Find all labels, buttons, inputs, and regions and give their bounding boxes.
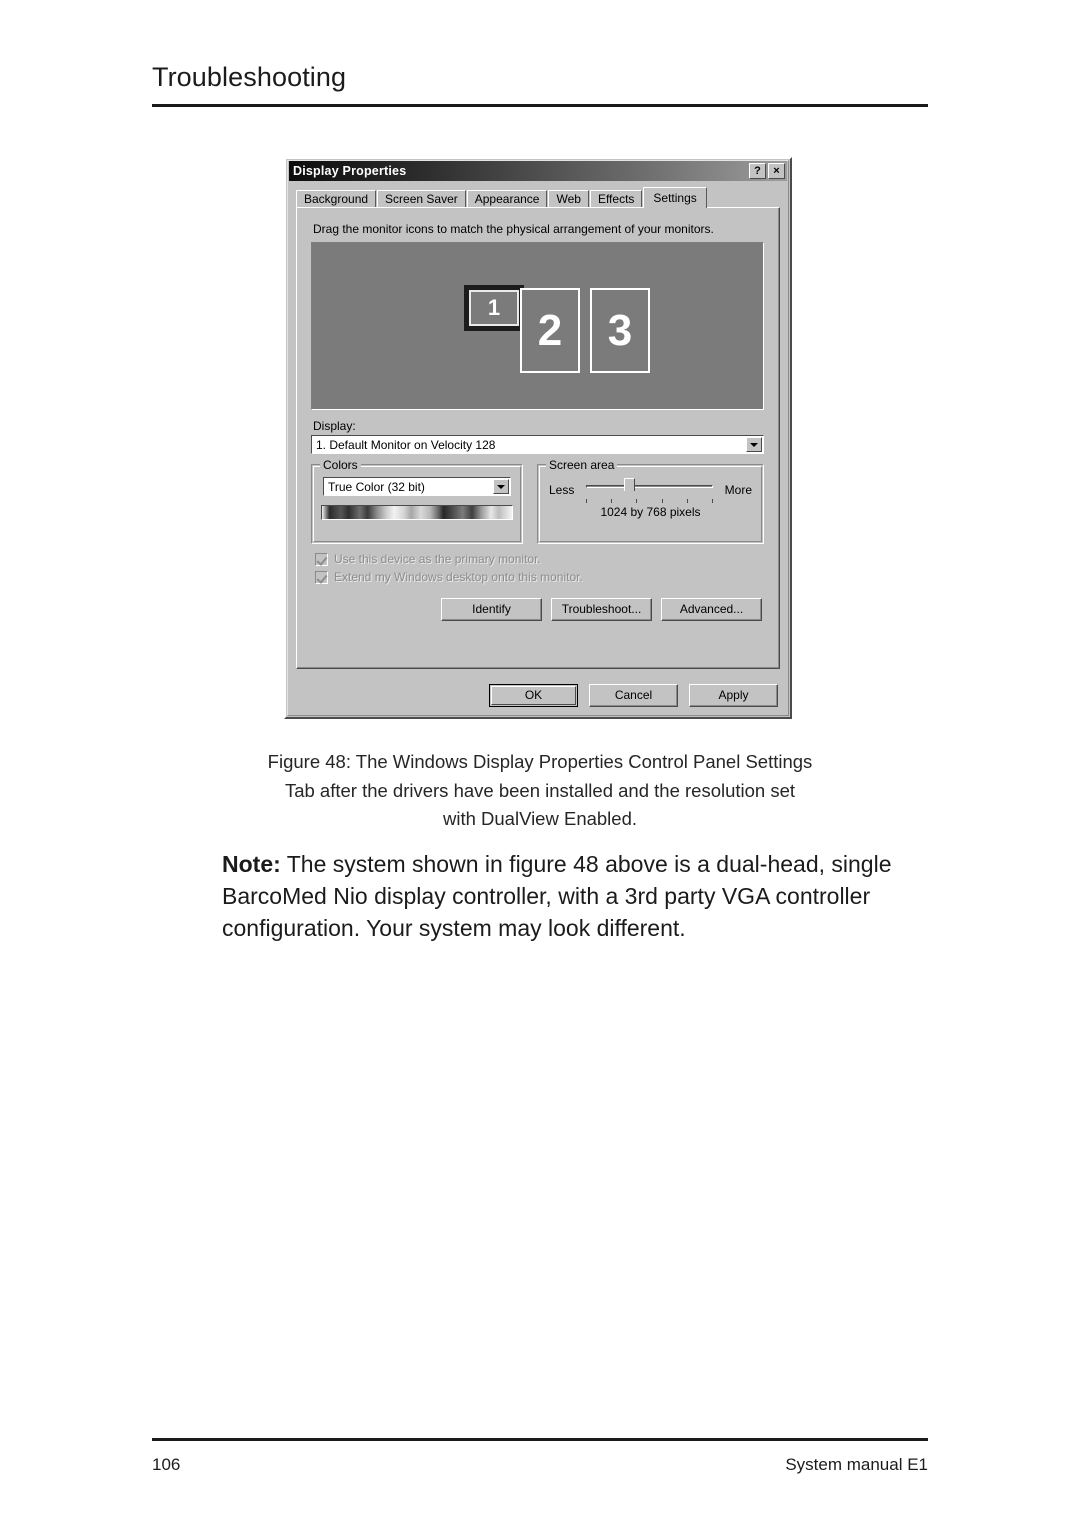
display-dropdown-value: 1. Default Monitor on Velocity 128 <box>316 438 496 452</box>
drag-hint-text: Drag the monitor icons to match the phys… <box>313 222 714 236</box>
help-icon[interactable]: ? <box>749 163 766 179</box>
dialog-title: Display Properties <box>293 164 407 178</box>
monitor-icon-2[interactable]: 2 <box>520 288 580 373</box>
figure-caption-line-1: Figure 48: The Windows Display Propertie… <box>267 751 813 772</box>
extend-desktop-checkbox-row[interactable]: Extend my Windows desktop onto this moni… <box>315 570 766 584</box>
display-label: Display: <box>313 419 356 433</box>
tab-settings[interactable]: Settings <box>643 187 707 208</box>
tab-appearance[interactable]: Appearance <box>466 190 548 208</box>
slider-track <box>586 485 713 488</box>
colors-group: Colors True Color (32 bit) <box>311 458 523 544</box>
footer-divider <box>152 1438 928 1441</box>
note-text: The system shown in figure 48 above is a… <box>222 851 892 941</box>
page-header: Troubleshooting <box>152 62 928 93</box>
slider-thumb[interactable] <box>623 478 635 498</box>
monitor-icon-3[interactable]: 3 <box>590 288 650 373</box>
chevron-down-icon[interactable] <box>746 437 762 452</box>
monitor-icon-1-label: 1 <box>469 290 519 326</box>
footer-manual-title: System manual E1 <box>785 1455 928 1474</box>
settings-tab-panel: Drag the monitor icons to match the phys… <box>296 207 780 669</box>
slider-less-label: Less <box>549 483 575 497</box>
figure-caption-line-3: with DualView Enabled. <box>442 808 638 829</box>
apply-button[interactable]: Apply <box>689 684 778 707</box>
identify-button-label: Identify <box>472 602 511 616</box>
advanced-button[interactable]: Advanced... <box>661 598 762 621</box>
page-footer: 106 System manual E1 <box>152 1455 928 1475</box>
color-gradient-bar <box>321 505 513 520</box>
colors-group-title: Colors <box>320 458 361 472</box>
color-depth-value: True Color (32 bit) <box>328 480 425 494</box>
display-dropdown[interactable]: 1. Default Monitor on Velocity 128 <box>311 435 764 454</box>
checkmark-icon[interactable] <box>315 570 328 584</box>
color-depth-dropdown[interactable]: True Color (32 bit) <box>323 477 511 496</box>
cancel-button[interactable]: Cancel <box>589 684 678 707</box>
troubleshoot-button-label: Troubleshoot... <box>561 602 642 616</box>
screen-area-group: Screen area Less More 1024 by 768 pixels <box>537 458 764 544</box>
dialog-footer-buttons: OK Cancel Apply <box>489 684 778 707</box>
header-divider <box>152 104 928 107</box>
checkmark-icon[interactable] <box>315 552 328 566</box>
note-label: Note: <box>222 851 281 877</box>
primary-monitor-checkbox-label: Use this device as the primary monitor. <box>334 552 541 566</box>
tab-web[interactable]: Web <box>548 190 589 208</box>
resolution-readout: 1024 by 768 pixels <box>600 505 701 519</box>
tab-strip: Background Screen Saver Appearance Web E… <box>296 187 780 208</box>
screen-area-group-title: Screen area <box>546 458 618 472</box>
slider-more-label: More <box>724 483 752 497</box>
page-title: Troubleshooting <box>152 62 347 92</box>
settings-groups: Colors True Color (32 bit) Screen area L… <box>311 458 764 544</box>
ok-button[interactable]: OK <box>489 684 578 707</box>
footer-page-number: 106 <box>152 1455 181 1474</box>
ok-button-label: OK <box>524 688 543 702</box>
screen-area-slider-row: Less More <box>547 477 754 503</box>
extend-desktop-checkbox-label: Extend my Windows desktop onto this moni… <box>334 570 583 584</box>
monitor-icon-1[interactable]: 1 <box>464 285 524 331</box>
troubleshoot-button[interactable]: Troubleshoot... <box>551 598 652 621</box>
advanced-button-label: Advanced... <box>679 602 744 616</box>
primary-monitor-checkbox-row[interactable]: Use this device as the primary monitor. <box>315 552 766 566</box>
note-paragraph: Note: The system shown in figure 48 abov… <box>222 848 930 944</box>
figure-caption: Figure 48: The Windows Display Propertie… <box>240 748 840 834</box>
display-properties-dialog: Display Properties ? × Background Screen… <box>284 157 792 719</box>
slider-ticks <box>586 499 713 503</box>
dialog-titlebar[interactable]: Display Properties ? × <box>289 161 787 181</box>
tab-screen-saver[interactable]: Screen Saver <box>377 190 466 208</box>
tab-effects[interactable]: Effects <box>589 190 643 208</box>
settings-action-buttons: Identify Troubleshoot... Advanced... <box>309 598 762 621</box>
screen-area-slider[interactable] <box>582 477 716 503</box>
cancel-button-label: Cancel <box>614 688 653 702</box>
chevron-down-icon[interactable] <box>493 479 509 494</box>
identify-button[interactable]: Identify <box>441 598 542 621</box>
apply-button-label: Apply <box>718 688 749 702</box>
close-icon[interactable]: × <box>768 163 785 179</box>
monitor-options: Use this device as the primary monitor. … <box>315 552 766 584</box>
tab-background[interactable]: Background <box>296 190 377 208</box>
monitor-arrangement-preview[interactable]: 1 2 3 <box>311 242 764 410</box>
figure-caption-line-2: Tab after the drivers have been installe… <box>284 779 796 801</box>
